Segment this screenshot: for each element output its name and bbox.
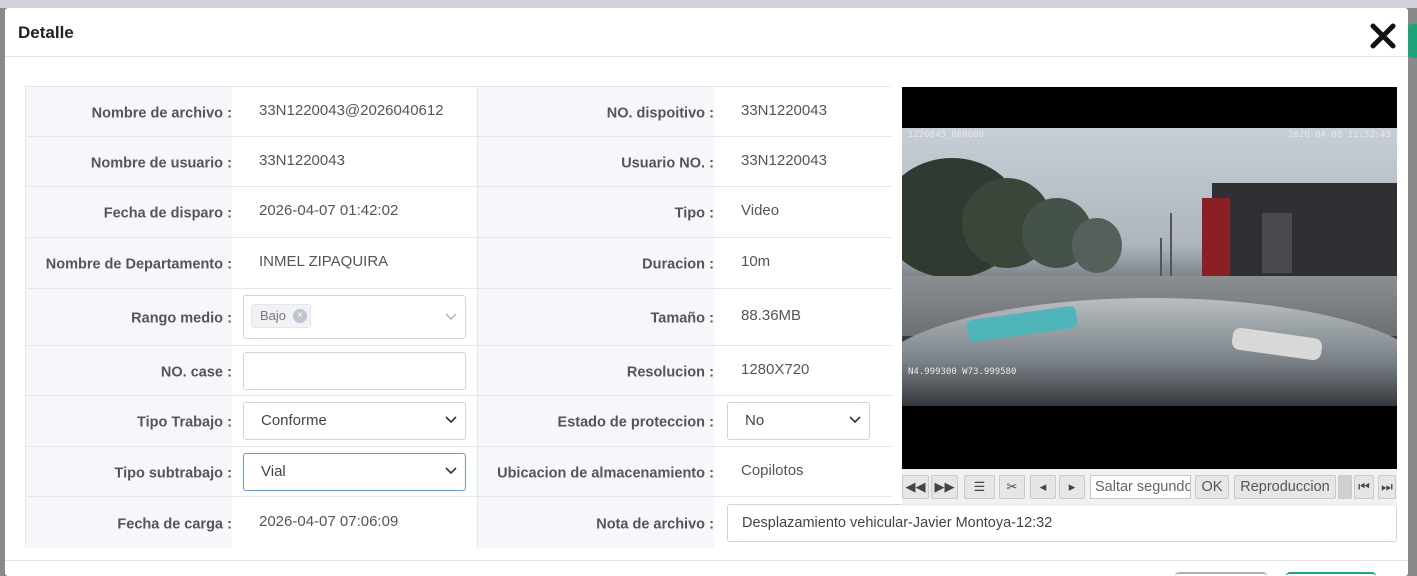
- table-row: Fecha de disparo: 2026-04-07 01:42:02 Ti…: [26, 187, 892, 238]
- file-name-label: Nombre de archivo: [91, 105, 223, 122]
- user-no-value: 33N1220043: [741, 151, 827, 169]
- dialog-header: Detalle: [5, 8, 1408, 57]
- department-label: Nombre de Departamento: [45, 256, 223, 273]
- dialog-title: Detalle: [18, 23, 74, 42]
- table-row: Tipo Trabajo: Conforme Estado de protecc…: [26, 396, 892, 447]
- device-no-value: 33N1220043: [741, 101, 827, 119]
- user-name-label: Nombre de usuario: [90, 155, 223, 172]
- case-no-input[interactable]: [243, 351, 466, 390]
- skip-last-icon[interactable]: ⏭: [1378, 475, 1396, 499]
- table-row: Tipo subtrabajo: Vial Ubicacion de almac…: [26, 447, 892, 497]
- close-icon[interactable]: [1368, 21, 1398, 51]
- fast-forward-icon[interactable]: ▶▶: [931, 475, 958, 499]
- duration-value: 10m: [741, 252, 771, 270]
- video-player[interactable]: 1220043_000000 2026-04-06 12:32:45 N4.99…: [902, 87, 1397, 469]
- table-row: Nombre de archivo: 33N1220043@2026040612…: [26, 87, 892, 137]
- dialog-footer: [5, 560, 1408, 561]
- user-name-value: 33N1220043: [259, 151, 345, 169]
- rewind-icon[interactable]: ◀◀: [902, 475, 929, 499]
- protection-label: Estado de proteccion: [557, 414, 705, 431]
- type-value: Video: [741, 201, 780, 219]
- work-type-label: Tipo Trabajo: [137, 414, 223, 431]
- medium-range-label: Rango medio: [131, 310, 223, 327]
- scissors-icon[interactable]: ✂: [999, 475, 1025, 499]
- medium-range-tag: Bajo ×: [251, 304, 312, 328]
- playlist-icon[interactable]: ☰: [964, 475, 995, 499]
- resolution-value: 1280X720: [741, 360, 810, 378]
- size-label: Tamaño: [650, 310, 705, 327]
- ok-button[interactable]: OK: [1195, 475, 1229, 499]
- protection-select[interactable]: No: [727, 402, 870, 440]
- capture-date-label: Fecha de disparo: [103, 205, 223, 222]
- scrollbar-handle[interactable]: [1338, 475, 1352, 499]
- table-row: Nombre de Departamento: INMEL ZIPAQUIRA …: [26, 238, 892, 289]
- table-row: NO. case: Resolucion: 1280X720: [26, 346, 892, 396]
- file-note-label: Nota de archivo: [596, 516, 705, 533]
- video-overlay-coords: N4.999300 W73.999580: [908, 367, 1017, 377]
- skip-first-icon[interactable]: ⏮: [1354, 475, 1374, 499]
- user-no-label: Usuario NO.: [621, 155, 705, 172]
- chevron-down-icon: [445, 466, 457, 474]
- playback-button[interactable]: Reproduccion: [1234, 475, 1336, 499]
- cancel-button[interactable]: [1175, 572, 1267, 576]
- detail-table: Nombre de archivo: 33N1220043@2026040612…: [25, 86, 1397, 548]
- table-row: Rango medio: Bajo × Tamaño: 88.36MB: [26, 289, 892, 346]
- resolution-label: Resolucion: [626, 364, 705, 381]
- chevron-down-icon: [849, 416, 861, 424]
- next-frame-icon[interactable]: ▸: [1059, 475, 1085, 499]
- video-frame: 1220043_000000 2026-04-06 12:32:45 N4.99…: [902, 128, 1397, 406]
- device-no-label: NO. dispoitivo: [606, 105, 705, 122]
- detail-dialog: Detalle Nombre de archivo: 33N1220043@20…: [5, 8, 1408, 576]
- storage-value: Copilotos: [741, 461, 804, 479]
- remove-tag-icon[interactable]: ×: [293, 309, 308, 323]
- capture-date-value: 2026-04-07 01:42:02: [259, 201, 399, 219]
- upload-date-label: Fecha de carga: [117, 516, 223, 533]
- backdrop-accent-button: [1408, 24, 1417, 58]
- case-no-label: NO. case: [160, 364, 223, 381]
- seek-seconds-input[interactable]: Saltar segundo: [1090, 475, 1191, 499]
- file-name-value: 33N1220043@2026040612: [259, 101, 444, 119]
- file-note-input[interactable]: Desplazamiento vehicular-Javier Montoya-…: [727, 503, 1397, 542]
- work-type-select[interactable]: Conforme: [243, 402, 466, 440]
- video-overlay-id: 1220043_000000: [908, 130, 984, 140]
- duration-label: Duracion: [642, 256, 705, 273]
- video-overlay-timestamp: 2026-04-06 12:32:45: [1288, 130, 1391, 140]
- table-row: Nombre de usuario: 33N1220043 Usuario NO…: [26, 137, 892, 187]
- subwork-type-label: Tipo subtrabajo: [114, 465, 224, 482]
- upload-date-value: 2026-04-07 07:06:09: [259, 512, 399, 530]
- video-controls: ◀◀ ▶▶ ☰ ✂ ◂ ▸ Saltar segundo OK Reproduc…: [902, 469, 1397, 506]
- table-row: Fecha de carga: 2026-04-07 07:06:09 Nota…: [26, 497, 1397, 548]
- department-value: INMEL ZIPAQUIRA: [259, 252, 389, 270]
- type-label: Tipo: [674, 205, 705, 222]
- chevron-down-icon: [445, 416, 457, 424]
- prev-frame-icon[interactable]: ◂: [1030, 475, 1056, 499]
- subwork-type-select[interactable]: Vial: [243, 452, 466, 491]
- storage-label: Ubicacion de almacenamiento: [497, 465, 705, 482]
- confirm-button[interactable]: [1286, 572, 1376, 576]
- chevron-down-icon: [445, 313, 457, 320]
- medium-range-select[interactable]: Bajo ×: [243, 295, 466, 339]
- size-value: 88.36MB: [741, 306, 802, 324]
- page-backdrop: [0, 0, 1417, 8]
